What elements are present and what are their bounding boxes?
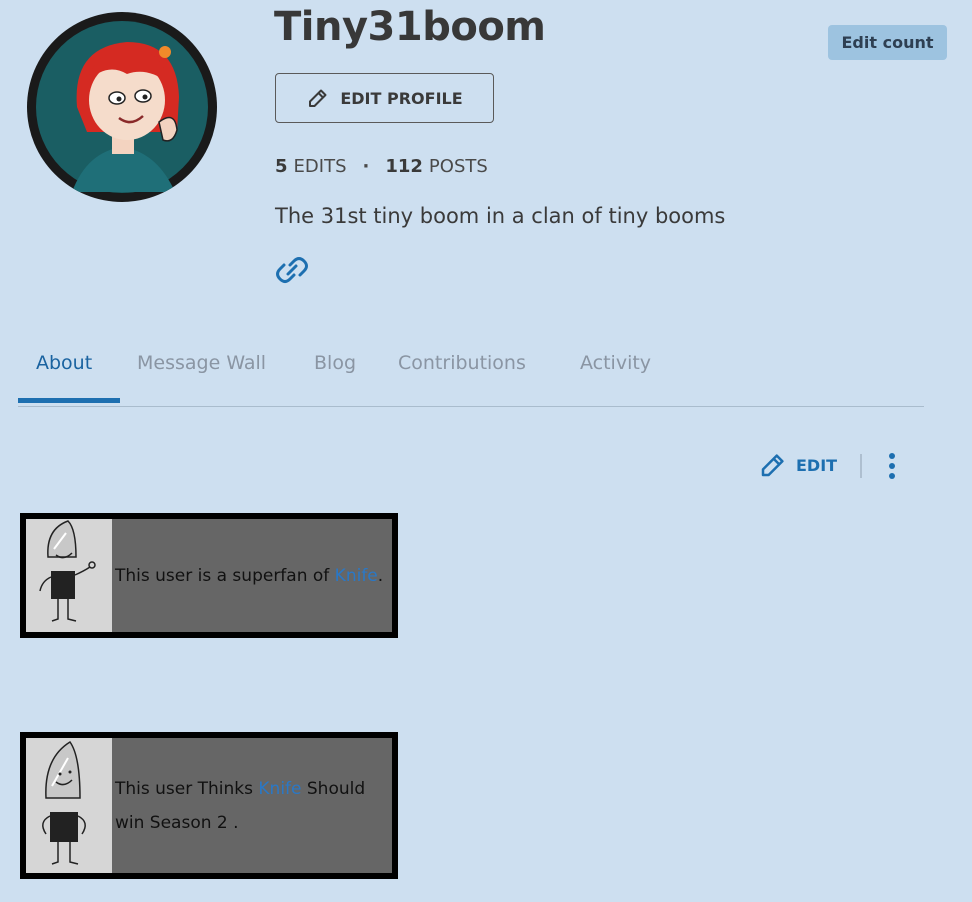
pencil-icon <box>761 454 784 477</box>
knife-character-image <box>26 519 112 632</box>
userbox-text: This user is a superfan of Knife. <box>112 519 392 632</box>
knife-link[interactable]: Knife <box>335 566 378 586</box>
tab-about[interactable]: About <box>36 352 92 374</box>
userbox-superfan: This user is a superfan of Knife. <box>20 513 398 638</box>
toolbar-divider <box>860 454 862 478</box>
profile-tabs: About Message Wall Blog Contributions Ac… <box>18 346 924 407</box>
knife-link[interactable]: Knife <box>258 779 301 799</box>
userbox-text-prefix: This user Thinks <box>115 778 259 799</box>
tab-blog[interactable]: Blog <box>314 352 356 374</box>
edits-count: 5 <box>275 156 288 177</box>
knife-character-image <box>26 738 112 873</box>
active-tab-indicator <box>18 398 120 403</box>
posts-count: 112 <box>385 156 423 177</box>
kebab-menu-icon[interactable] <box>886 451 898 485</box>
posts-label: POSTS <box>428 156 488 177</box>
edit-count-button[interactable]: Edit count <box>828 25 947 60</box>
tab-activity[interactable]: Activity <box>580 352 651 374</box>
userbox-text-prefix: This user is a superfan of <box>115 565 335 586</box>
userbox-text-suffix: . <box>377 565 384 586</box>
separator-dot: · <box>362 156 370 177</box>
pencil-icon <box>309 89 327 107</box>
avatar <box>27 12 217 202</box>
userbox-text: This user Thinks Knife Should win Season… <box>112 738 392 873</box>
edits-label: EDITS <box>293 156 347 177</box>
edit-label: EDIT <box>796 455 838 475</box>
edit-profile-button[interactable]: EDIT PROFILE <box>275 73 494 123</box>
tab-message-wall[interactable]: Message Wall <box>137 352 266 374</box>
edit-button[interactable]: EDIT <box>758 450 837 480</box>
username: Tiny31boom <box>274 4 546 50</box>
link-icon[interactable] <box>273 251 311 293</box>
userbox-season2: This user Thinks Knife Should win Season… <box>20 732 398 879</box>
tab-contributions[interactable]: Contributions <box>398 352 526 374</box>
profile-stats: 5 EDITS · 112 POSTS <box>275 156 488 177</box>
edit-profile-label: EDIT PROFILE <box>340 88 463 108</box>
profile-bio: The 31st tiny boom in a clan of tiny boo… <box>275 204 726 228</box>
